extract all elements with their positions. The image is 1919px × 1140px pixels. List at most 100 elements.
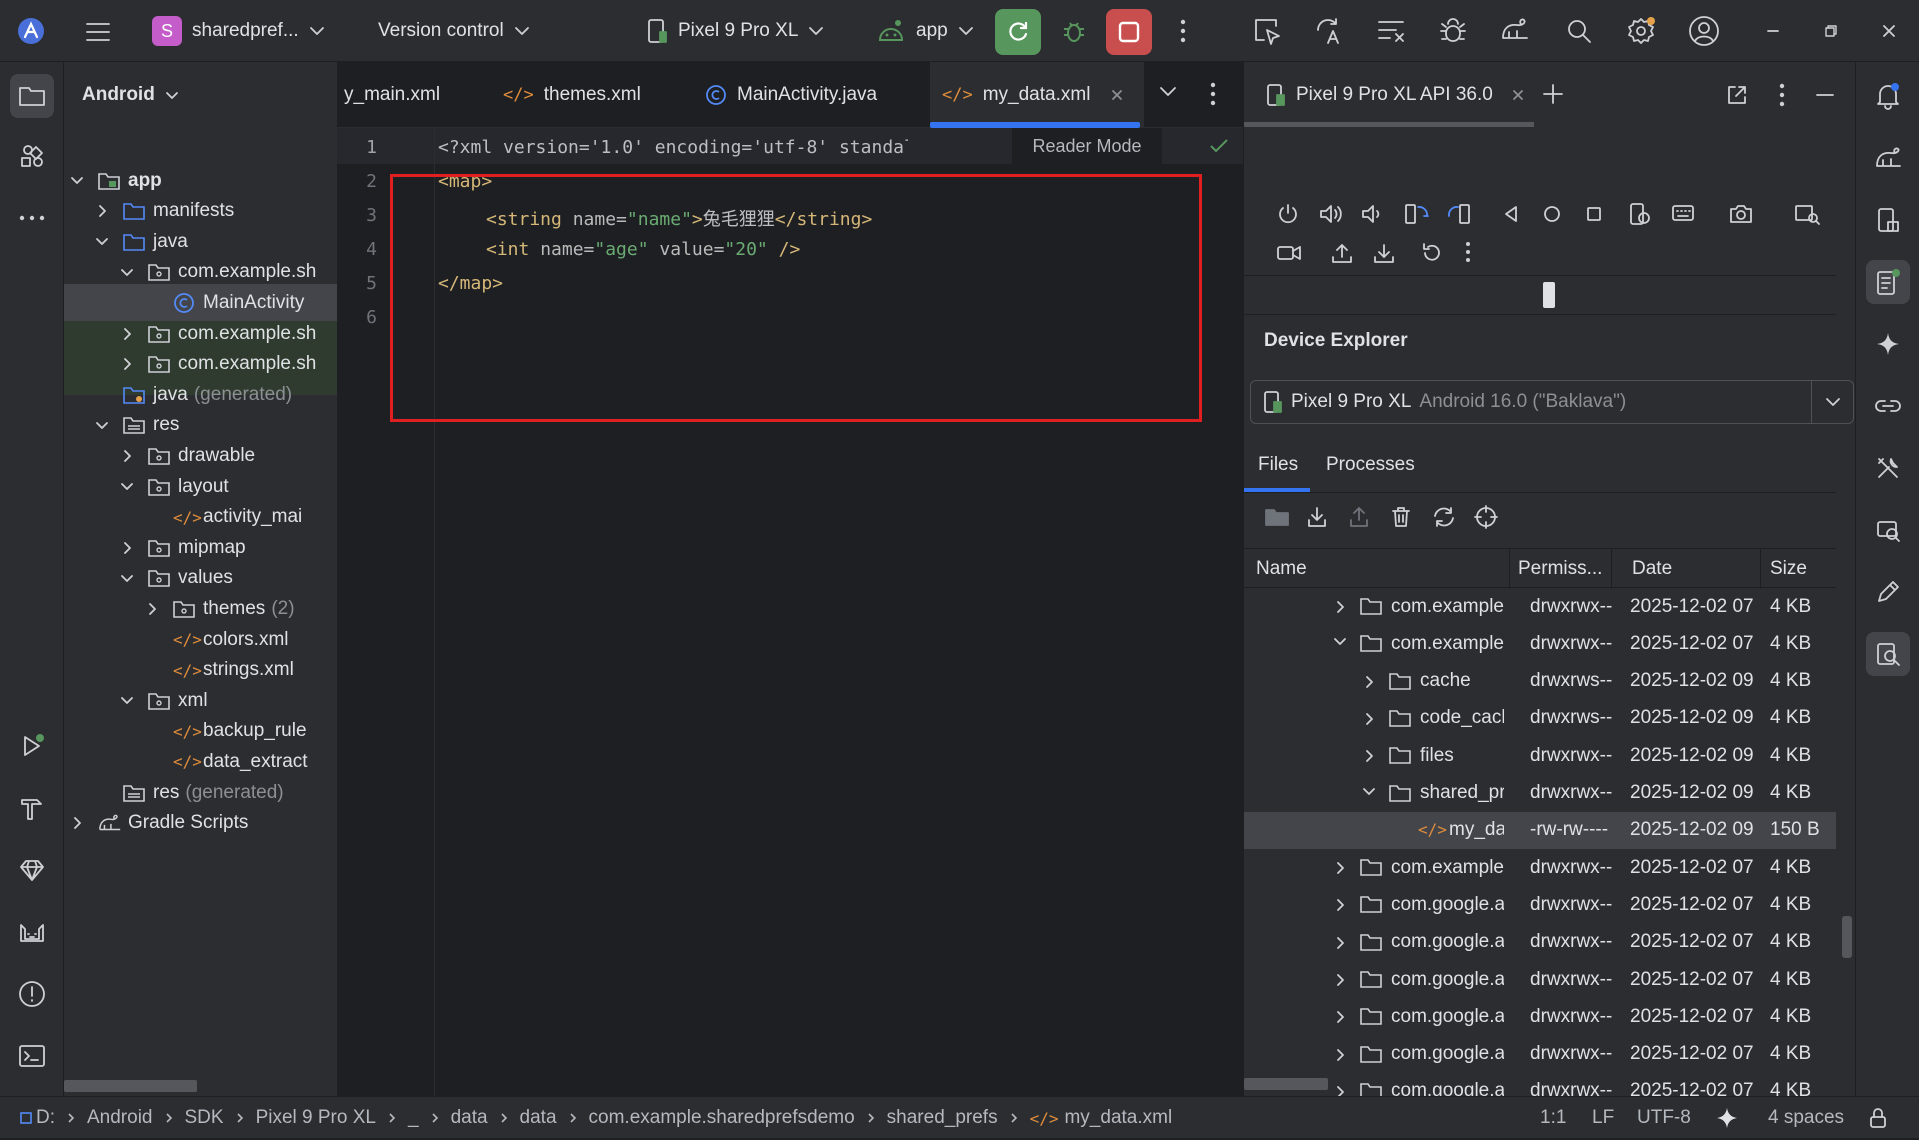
chevron-right-icon[interactable]: [1336, 600, 1345, 614]
home-icon[interactable]: [1543, 205, 1561, 223]
splitter-handle[interactable]: [1543, 282, 1555, 308]
apply-changes-button[interactable]: [995, 9, 1041, 55]
chevron-right-icon[interactable]: [123, 541, 132, 555]
chevron-down-icon[interactable]: [120, 696, 134, 705]
save-as-icon[interactable]: [1306, 505, 1328, 529]
file-row[interactable]: shared_pre drwxrwx-- 2025-12-02 09 4 KB: [1244, 775, 1836, 812]
project-view-selector[interactable]: Android: [82, 62, 179, 128]
tools-icon[interactable]: [1866, 446, 1910, 490]
file-row[interactable]: code_cach drwxrws-- 2025-12-02 09 4 KB: [1244, 700, 1836, 737]
upload-file-icon[interactable]: [1348, 505, 1370, 529]
tab-themes[interactable]: </> themes.xml: [503, 62, 641, 128]
keyboard-icon[interactable]: [1670, 202, 1696, 226]
project-switcher[interactable]: S sharedpref...: [152, 0, 325, 62]
close-tab-icon[interactable]: [1511, 88, 1525, 102]
breadcrumb-item[interactable]: shared_prefs: [887, 1107, 998, 1129]
minimize-icon[interactable]: [1756, 14, 1790, 48]
chevron-right-icon[interactable]: [1365, 749, 1374, 763]
column-name[interactable]: Name: [1256, 549, 1307, 589]
build-hammer-icon[interactable]: [10, 786, 54, 830]
code-area[interactable]: 1 2 3 4 5 6 <?xml version='1.0' encoding…: [337, 128, 1243, 1096]
restore-icon[interactable]: [1814, 14, 1848, 48]
gemini-sparkle-icon[interactable]: [1866, 322, 1910, 366]
file-row[interactable]: </>my_dat -rw-rw---- 2025-12-02 09 150 B: [1244, 811, 1836, 849]
new-folder-icon[interactable]: [1264, 506, 1290, 528]
more-device-actions-icon[interactable]: [1465, 241, 1471, 263]
device-explorer-icon[interactable]: [1866, 260, 1910, 304]
volume-down-icon[interactable]: [1360, 202, 1384, 226]
run-icon[interactable]: [10, 724, 54, 768]
chevron-right-icon[interactable]: [1365, 712, 1374, 726]
tabs-dropdown-icon[interactable]: [1159, 86, 1177, 98]
caret-position[interactable]: 1:1: [1540, 1097, 1566, 1139]
rotate-left-icon[interactable]: [1404, 202, 1430, 226]
breadcrumb-item[interactable]: com.example.sharedprefsdemo: [589, 1107, 855, 1129]
tab-activity-main[interactable]: y_main.xml: [344, 62, 440, 128]
file-row[interactable]: com.google.a drwxrwx-- 2025-12-02 07 4 KB: [1244, 961, 1836, 998]
gradle-elephant-icon[interactable]: [1866, 136, 1910, 180]
terminal-icon[interactable]: [10, 1034, 54, 1078]
chevron-right-icon[interactable]: [1365, 675, 1374, 689]
inspection-ok-icon[interactable]: [1209, 138, 1229, 154]
power-icon[interactable]: [1276, 202, 1300, 226]
file-encoding[interactable]: UTF-8: [1637, 1097, 1691, 1139]
chevron-down-icon[interactable]: [95, 237, 109, 246]
file-row[interactable]: com.example. drwxrwx-- 2025-12-02 07 4 KB: [1244, 625, 1836, 662]
chevron-right-icon[interactable]: [1336, 936, 1345, 950]
chevron-right-icon[interactable]: [1336, 1010, 1345, 1024]
file-list-vertical-scrollbar[interactable]: [1842, 916, 1852, 958]
breadcrumb-item[interactable]: D:: [36, 1107, 55, 1129]
notifications-bell-icon[interactable]: [1866, 74, 1910, 118]
reset-icon[interactable]: [1420, 241, 1444, 265]
chevron-right-icon[interactable]: [1336, 898, 1345, 912]
device-manager-icon[interactable]: [1866, 198, 1910, 242]
file-row[interactable]: files drwxrwx-- 2025-12-02 09 4 KB: [1244, 737, 1836, 774]
close-window-icon[interactable]: [1872, 14, 1906, 48]
overview-icon[interactable]: [1585, 205, 1603, 223]
column-size[interactable]: Size: [1770, 549, 1807, 589]
tab-processes[interactable]: Processes: [1326, 438, 1415, 492]
file-row[interactable]: com.example. drwxrwx-- 2025-12-02 07 4 KB: [1244, 849, 1836, 886]
build-variants-icon[interactable]: [1374, 14, 1408, 48]
chevron-down-icon[interactable]: [120, 268, 134, 277]
file-row[interactable]: cache drwxrws-- 2025-12-02 09 4 KB: [1244, 663, 1836, 700]
file-row[interactable]: com.example. drwxrwx-- 2025-12-02 07 4 KB: [1244, 588, 1836, 625]
tree-item[interactable]: Gradle Scripts: [64, 805, 337, 842]
volume-up-icon[interactable]: [1318, 202, 1344, 226]
breadcrumb-item[interactable]: data: [451, 1107, 488, 1129]
close-tab-icon[interactable]: [1110, 88, 1124, 102]
screen-record-icon[interactable]: [1276, 242, 1302, 264]
chevron-down-icon[interactable]: [120, 574, 134, 583]
search-icon[interactable]: [1562, 14, 1596, 48]
logcat-icon[interactable]: [10, 910, 54, 954]
stop-button[interactable]: [1106, 9, 1152, 55]
chevron-right-icon[interactable]: [123, 327, 132, 341]
chevron-right-icon[interactable]: [98, 204, 107, 218]
chevron-down-icon[interactable]: [95, 421, 109, 430]
running-device-tab[interactable]: Pixel 9 Pro XL API 36.0: [1266, 62, 1525, 128]
chevron-down-icon[interactable]: [70, 176, 84, 185]
more-actions-icon[interactable]: [1166, 14, 1200, 48]
chevron-right-icon[interactable]: [73, 816, 82, 830]
breadcrumb-item[interactable]: Android: [87, 1107, 153, 1129]
add-device-icon[interactable]: [1541, 82, 1565, 106]
bug-report-icon[interactable]: [1436, 14, 1470, 48]
breadcrumb-item[interactable]: Pixel 9 Pro XL: [256, 1107, 376, 1129]
account-icon[interactable]: [1687, 14, 1721, 48]
debug-icon[interactable]: [1057, 14, 1091, 48]
edit-pencil-icon[interactable]: [1866, 570, 1910, 614]
synchronize-icon[interactable]: [1431, 505, 1457, 529]
problems-icon[interactable]: [10, 972, 54, 1016]
main-menu-icon[interactable]: [75, 9, 121, 55]
tab-my-data[interactable]: </> my_data.xml: [930, 62, 1145, 128]
file-list-horizontal-scrollbar[interactable]: [1244, 1078, 1328, 1090]
breadcrumb-item[interactable]: my_data.xml: [1064, 1107, 1172, 1129]
minimize-panel-icon[interactable]: [1814, 84, 1836, 106]
breadcrumb-item[interactable]: data: [520, 1107, 557, 1129]
reader-mode-button[interactable]: Reader Mode: [1012, 128, 1162, 164]
device-mirror-icon[interactable]: [1628, 202, 1652, 226]
more-tools-icon[interactable]: [10, 196, 54, 240]
file-row[interactable]: com.google.a drwxrwx-- 2025-12-02 07 4 KB: [1244, 924, 1836, 961]
panel-options-icon[interactable]: [1779, 83, 1785, 107]
device-settings-icon[interactable]: [1794, 202, 1820, 226]
